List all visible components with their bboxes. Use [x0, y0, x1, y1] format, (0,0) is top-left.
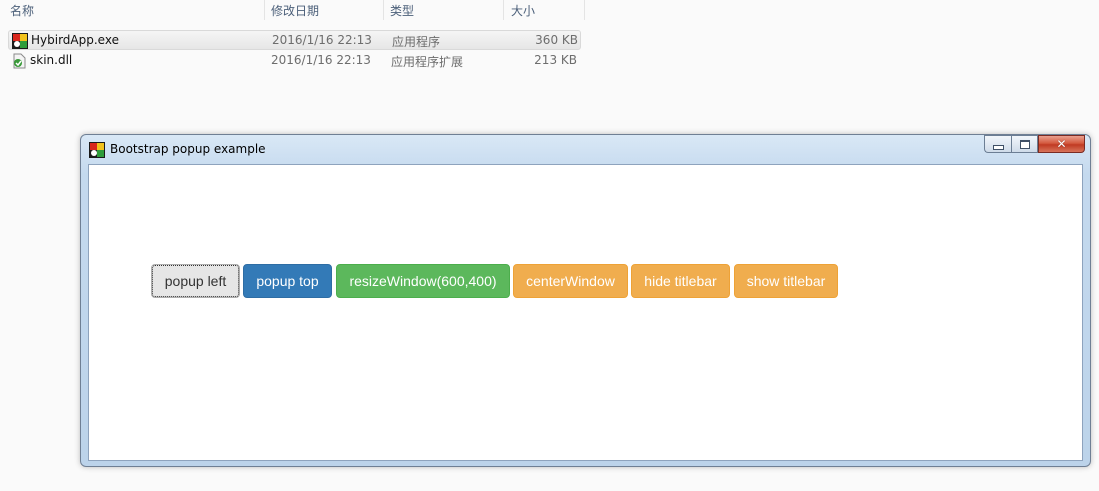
- file-size: 360 KB: [535, 33, 578, 47]
- file-type: 应用程序扩展: [391, 55, 464, 69]
- file-row-hybirdapp[interactable]: HybirdApp.exe 2016/1/16 22:13 应用程序 360 K…: [8, 30, 581, 50]
- window-title: Bootstrap popup example: [110, 142, 266, 156]
- app-exe-icon: [12, 33, 28, 49]
- file-size: 213 KB: [534, 53, 577, 67]
- close-button[interactable]: ✕: [1038, 135, 1085, 153]
- file-type: 应用程序: [392, 35, 441, 49]
- column-header-type[interactable]: 类型: [384, 0, 504, 20]
- column-header-modified-label: 修改日期: [271, 4, 320, 18]
- minimize-button[interactable]: [984, 135, 1011, 153]
- resize-window-button[interactable]: resizeWindow(600,400): [336, 264, 510, 298]
- maximize-button[interactable]: [1011, 135, 1038, 153]
- column-header-name[interactable]: 名称: [0, 0, 265, 20]
- popup-top-button[interactable]: popup top: [243, 264, 332, 298]
- file-modified: 2016/1/16 22:13: [272, 33, 372, 47]
- file-name: skin.dll: [30, 53, 73, 67]
- file-modified: 2016/1/16 22:13: [271, 53, 371, 67]
- window-content: popup left popup top resizeWindow(600,40…: [88, 164, 1083, 461]
- column-header-size-label: 大小: [511, 4, 536, 18]
- file-explorer-list: 名称 修改日期 类型 大小 HybirdApp.exe 2016/1/16 22…: [0, 0, 585, 80]
- app-icon: [89, 142, 105, 158]
- caption-buttons: ✕: [984, 135, 1085, 154]
- column-header-size[interactable]: 大小: [504, 0, 585, 20]
- file-name: HybirdApp.exe: [31, 33, 119, 47]
- hide-titlebar-button[interactable]: hide titlebar: [631, 264, 730, 298]
- maximize-icon: [1019, 139, 1030, 149]
- app-window: Bootstrap popup example ✕ popup left pop…: [80, 134, 1091, 467]
- dll-file-icon: [13, 53, 26, 69]
- minimize-icon: [992, 144, 1004, 150]
- window-titlebar[interactable]: Bootstrap popup example ✕: [81, 135, 1090, 164]
- center-window-button[interactable]: centerWindow: [513, 264, 628, 298]
- close-icon: ✕: [1056, 137, 1067, 151]
- column-header-modified[interactable]: 修改日期: [265, 0, 384, 20]
- column-header-type-label: 类型: [390, 4, 415, 18]
- column-header-name-label: 名称: [10, 4, 35, 18]
- popup-left-button[interactable]: popup left: [151, 264, 240, 298]
- file-row-skin-dll[interactable]: skin.dll 2016/1/16 22:13 应用程序扩展 213 KB: [8, 51, 581, 71]
- show-titlebar-button[interactable]: show titlebar: [734, 264, 838, 298]
